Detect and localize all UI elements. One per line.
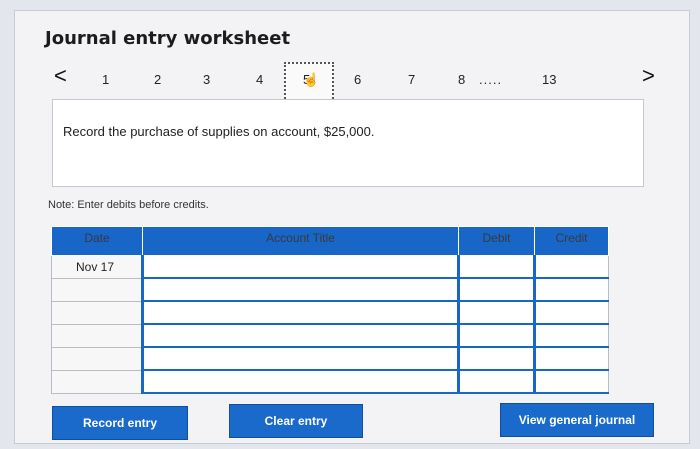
date-cell [51,277,143,302]
page-navigation: < 1 2 3 4 5 ☝ 6 7 8 ..... 13 > [46,62,666,106]
page-13[interactable]: 13 [542,72,556,87]
table-row [51,277,609,302]
page-3[interactable]: 3 [203,72,210,87]
debit-input[interactable] [457,300,535,325]
credit-input[interactable] [533,369,609,394]
date-cell: Nov 17 [51,255,143,279]
page-4[interactable]: 4 [256,72,263,87]
date-cell [51,323,143,348]
account-title-input[interactable] [141,277,459,302]
date-cell [51,369,143,394]
instruction-note: Note: Enter debits before credits. [48,199,209,211]
date-cell [51,346,143,371]
next-page-arrow[interactable]: > [642,65,655,87]
account-column-header: Account Title [142,226,459,256]
question-prompt-box: Record the purchase of supplies on accou… [52,99,644,187]
clear-entry-button[interactable]: Clear entry [229,404,363,438]
prev-page-arrow[interactable]: < [54,65,67,87]
question-text: Record the purchase of supplies on accou… [63,124,375,139]
debit-input[interactable] [457,255,535,279]
account-title-input[interactable] [141,369,459,394]
account-title-input[interactable] [141,346,459,371]
page-1[interactable]: 1 [102,72,109,87]
page-2[interactable]: 2 [154,72,161,87]
table-row [51,369,609,394]
page-6[interactable]: 6 [354,72,361,87]
credit-input[interactable] [533,300,609,325]
page-title: Journal entry worksheet [45,28,291,49]
journal-entry-table: Date Account Title Debit Credit Nov 17 [51,226,609,394]
credit-input[interactable] [533,323,609,348]
table-row: Nov 17 [51,255,609,279]
page-ellipsis: ..... [479,72,503,87]
credit-input[interactable] [533,277,609,302]
table-row [51,346,609,371]
credit-input[interactable] [533,346,609,371]
debit-input[interactable] [457,346,535,371]
table-header-row: Date Account Title Debit Credit [51,226,609,256]
credit-column-header: Credit [534,226,609,256]
debit-input[interactable] [457,369,535,394]
page-7[interactable]: 7 [408,72,415,87]
date-column-header: Date [51,226,143,256]
account-title-input[interactable] [141,255,459,279]
hand-cursor-icon: ☝ [303,72,320,87]
debit-column-header: Debit [458,226,535,256]
page-8[interactable]: 8 [458,72,465,87]
view-general-journal-button[interactable]: View general journal [500,403,654,437]
debit-input[interactable] [457,323,535,348]
date-cell [51,300,143,325]
credit-input[interactable] [533,255,609,279]
account-title-input[interactable] [141,300,459,325]
table-row [51,300,609,325]
table-row [51,323,609,348]
record-entry-button[interactable]: Record entry [52,406,188,440]
account-title-input[interactable] [141,323,459,348]
debit-input[interactable] [457,277,535,302]
